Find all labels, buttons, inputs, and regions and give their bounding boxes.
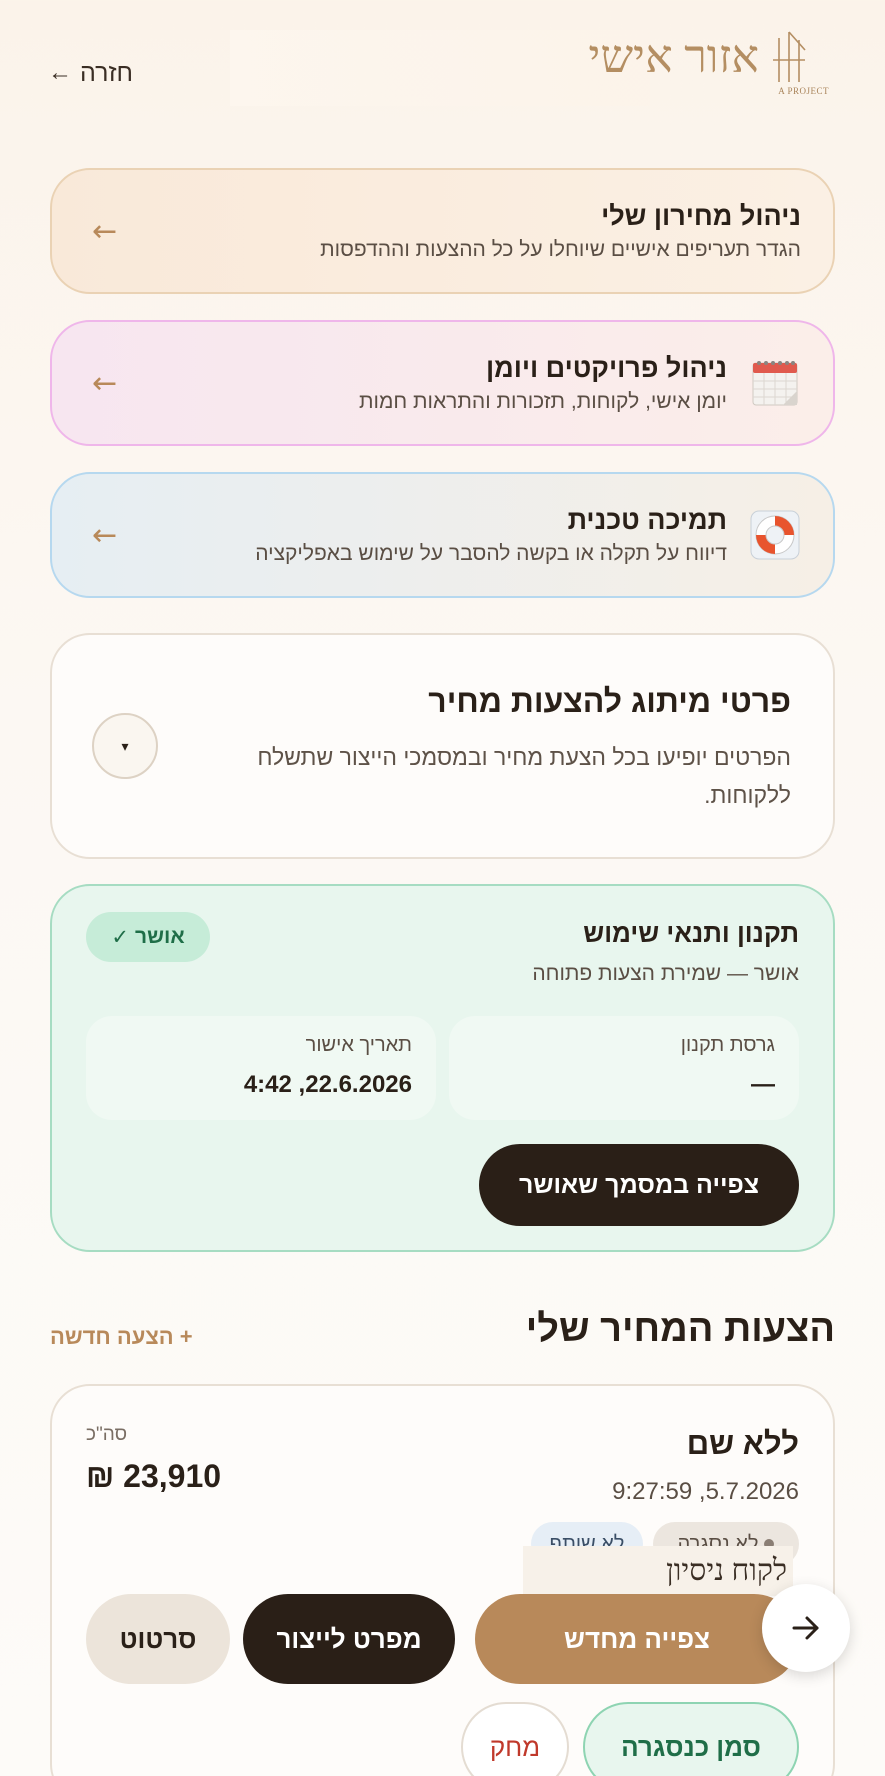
- menu-desc: דיווח על תקלה או בקשה להסבר על שימוש באפ…: [255, 541, 727, 565]
- terms-status: אושר — שמירת הצעות פתוחה: [532, 962, 799, 985]
- trial-client-label: לקוח ניסיון: [523, 1546, 793, 1596]
- branding-expand-toggle[interactable]: ▾: [92, 713, 158, 779]
- quote-date: 5.7.2026, 9:27:59: [612, 1478, 799, 1505]
- check-icon: ✓: [111, 925, 129, 949]
- back-label: חזרה: [80, 58, 133, 87]
- arrow-left-icon: ←: [92, 365, 118, 401]
- logo: אזור אישי A PROJECT: [588, 30, 829, 100]
- production-spec-button[interactable]: מפרט לייצור: [243, 1594, 455, 1684]
- new-quote-button[interactable]: + הצעה חדשה: [50, 1324, 193, 1350]
- terms-date-box: תאריך אישור 22.6.2026, 4:42: [86, 1016, 436, 1120]
- version-value: —: [751, 1071, 775, 1098]
- arrow-right-icon: [792, 1616, 819, 1640]
- mark-closed-button[interactable]: סמן כנסגרה: [583, 1702, 799, 1776]
- approval-date-label: תאריך אישור: [305, 1034, 412, 1056]
- menu-card-support[interactable]: תמיכה טכנית דיווח על תקלה או בקשה להסבר …: [50, 472, 835, 598]
- header-backdrop: [230, 30, 650, 106]
- approved-label: אושר: [134, 925, 185, 948]
- arrow-left-icon: ←: [92, 213, 118, 249]
- logo-subtitle: A PROJECT: [778, 86, 829, 96]
- terms-panel: תקנון ותנאי שימוש אושר — שמירת הצעות פתו…: [50, 884, 835, 1252]
- arrow-left-icon: ←: [48, 59, 72, 86]
- view-again-button[interactable]: צפייה מחדש: [475, 1594, 799, 1684]
- version-label: גרסת תקנון: [680, 1034, 775, 1056]
- menu-card-projects[interactable]: ניהול פרויקטים ויומן יומן אישי, לקוחות, …: [50, 320, 835, 446]
- terms-title: תקנון ותנאי שימוש: [583, 918, 799, 948]
- chevron-down-icon: ▾: [121, 737, 129, 754]
- lifebuoy-icon: [750, 510, 800, 560]
- quotes-heading: הצעות המחיר שלי: [525, 1308, 835, 1350]
- branding-panel: פרטי מיתוג להצעות מחיר הפרטים יופיעו בכל…: [50, 633, 835, 859]
- view-approved-document-button[interactable]: צפייה במסמך שאושר: [479, 1144, 799, 1226]
- logo-title: אזור אישי: [588, 31, 759, 82]
- total-value: ₪ 23,910: [86, 1458, 222, 1494]
- branding-description: הפרטים יופיעו בכל הצעת מחיר ובמסמכי הייצ…: [257, 744, 791, 808]
- menu-desc: הגדר תעריפים אישיים שיוחלו על כל ההצעות …: [320, 237, 801, 261]
- menu-title: תמיכה טכנית: [567, 504, 727, 535]
- menu-card-pricelist[interactable]: ניהול מחירון שלי הגדר תעריפים אישיים שיו…: [50, 168, 835, 294]
- approved-badge: אושר ✓: [86, 912, 210, 962]
- menu-title: ניהול פרויקטים ויומן: [485, 352, 727, 383]
- terms-version-box: גרסת תקנון —: [449, 1016, 799, 1120]
- menu-title: ניהול מחירון שלי: [601, 200, 801, 231]
- back-button[interactable]: ← חזרה: [48, 56, 133, 90]
- branding-title: פרטי מיתוג להצעות מחיר: [428, 683, 791, 719]
- quote-name: ללא שם: [686, 1426, 799, 1461]
- approval-date-value: 22.6.2026, 4:42: [243, 1071, 412, 1098]
- floating-next-button[interactable]: [762, 1584, 850, 1672]
- calendar-icon: [752, 361, 798, 406]
- total-label: סה"כ: [86, 1424, 128, 1445]
- menu-desc: יומן אישי, לקוחות, תזכורות והתראות חמות: [358, 389, 727, 413]
- delete-button[interactable]: מחק: [461, 1702, 569, 1776]
- quote-card: ללא שם 5.7.2026, 9:27:59 סה"כ ₪ 23,910 ל…: [50, 1384, 835, 1776]
- drawing-button[interactable]: סרטוט: [86, 1594, 230, 1684]
- arrow-left-icon: ←: [92, 517, 118, 553]
